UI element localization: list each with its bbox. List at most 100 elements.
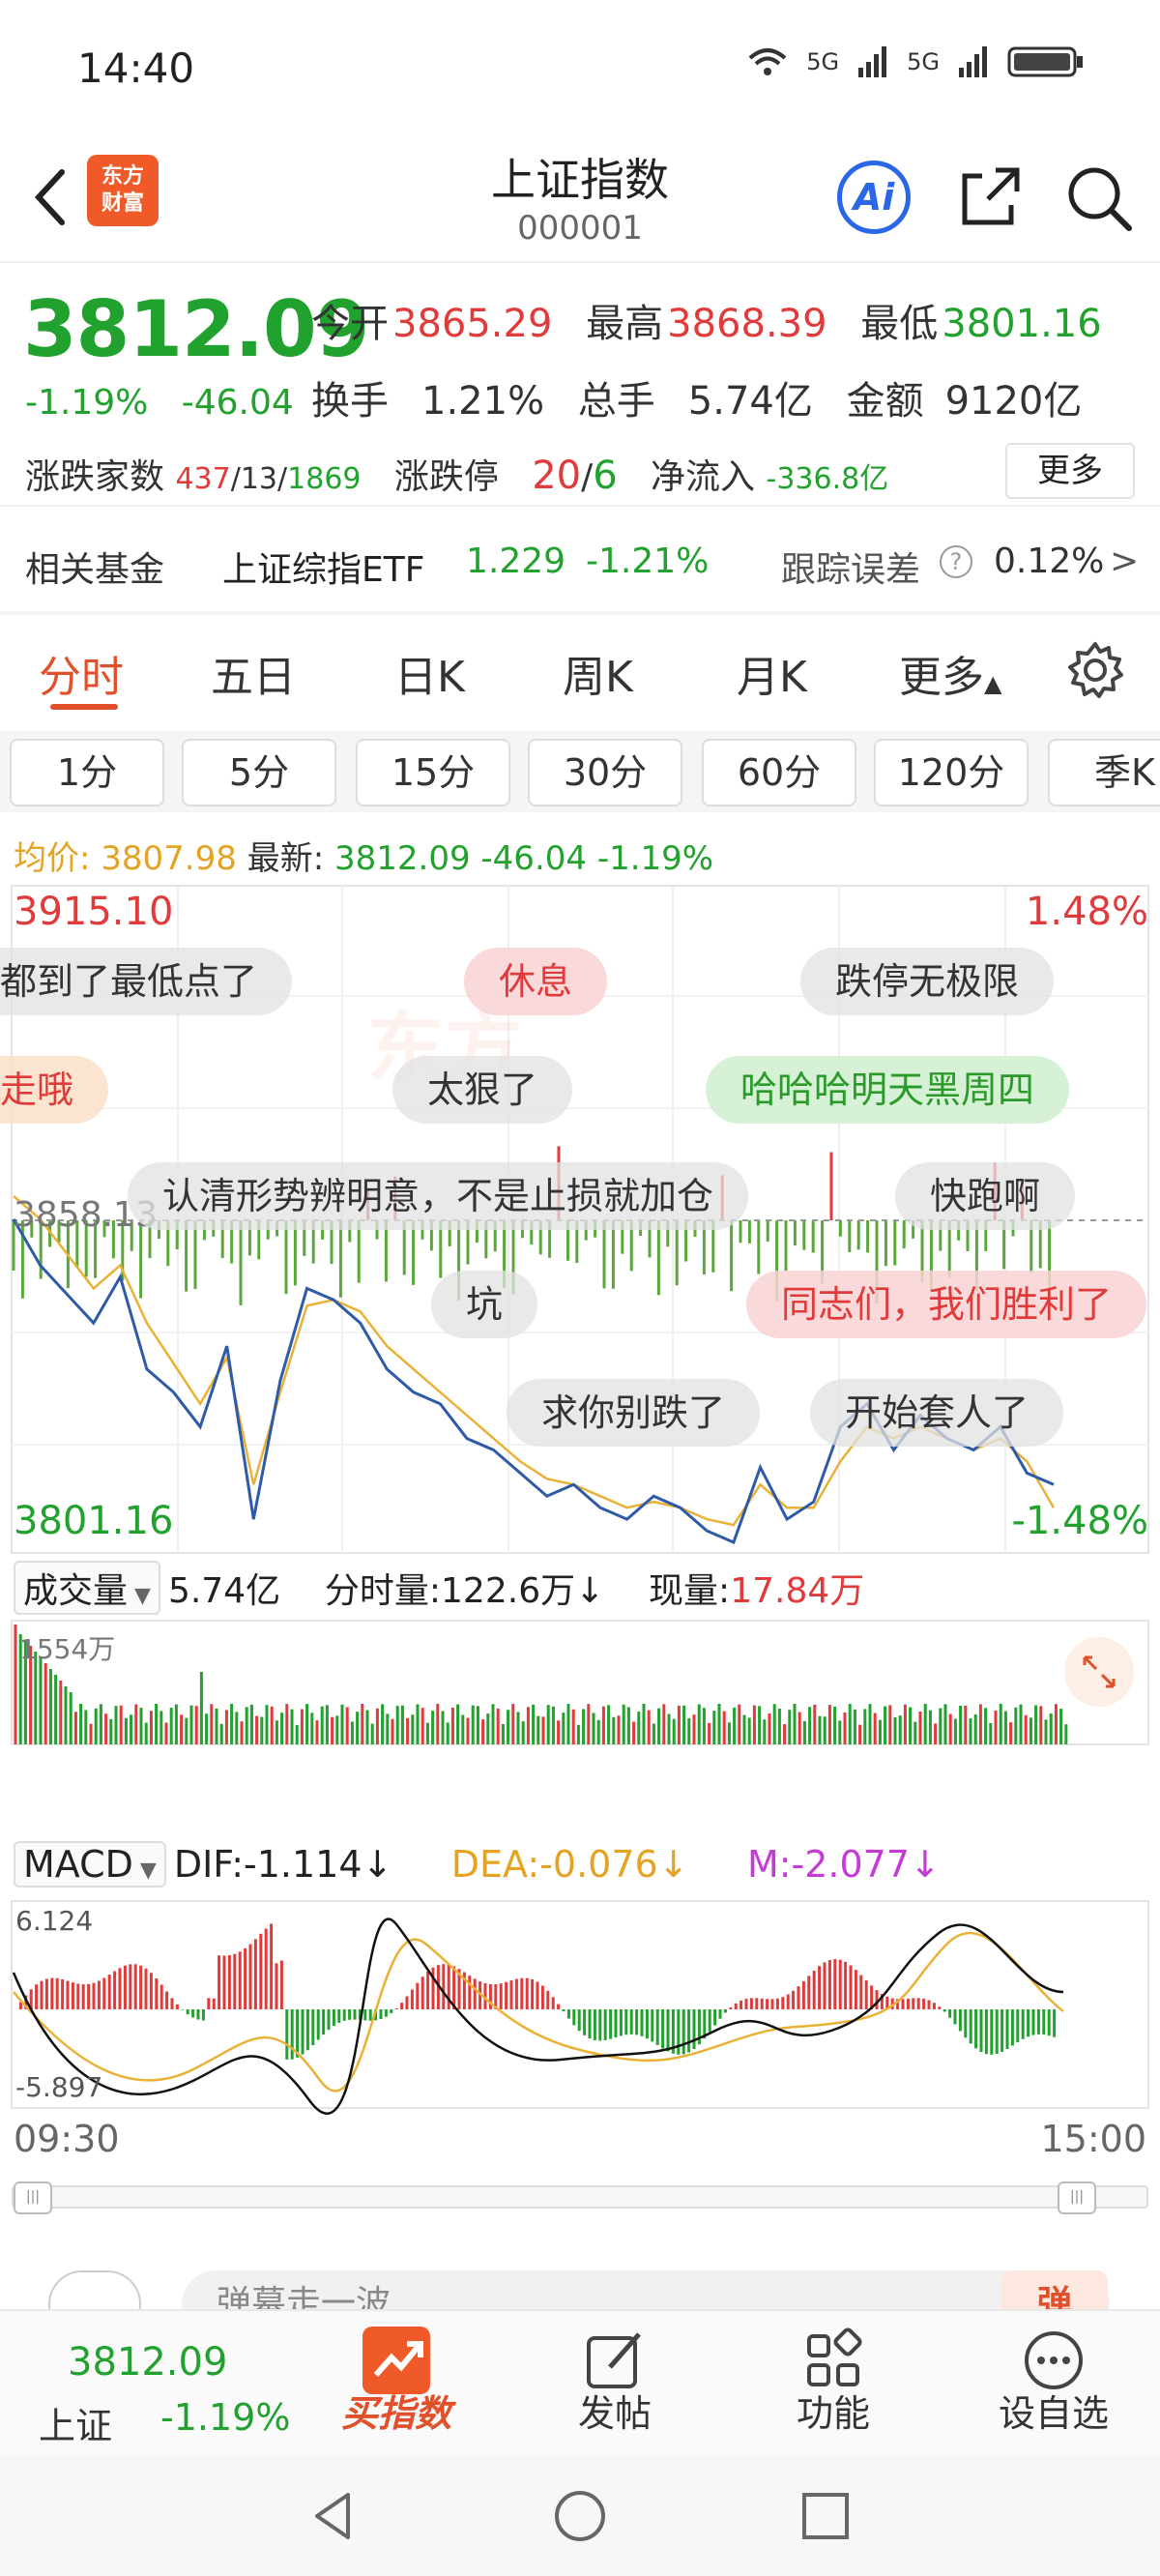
fund-name: 上证综指ETF bbox=[222, 550, 425, 590]
low-value: 3801.16 bbox=[942, 302, 1102, 346]
interval-60min[interactable]: 60分 bbox=[702, 739, 856, 806]
danmaku-bubble[interactable]: 走哦 bbox=[0, 1056, 109, 1124]
turnover-value: 1.21% bbox=[421, 379, 545, 424]
interval-15min[interactable]: 15分 bbox=[356, 739, 510, 806]
quote-divider bbox=[0, 505, 1160, 507]
time-end-label: 15:00 bbox=[1040, 2118, 1146, 2160]
quote-row-2: 换手 1.21% 总手 5.74亿 金额 9120亿 bbox=[311, 369, 1082, 425]
down-arrow-icon: ↓ bbox=[910, 1843, 941, 1886]
status-bar: 14:40 5G 5G bbox=[0, 0, 1160, 135]
nav-add-watchlist[interactable]: 设自选 bbox=[976, 2311, 1131, 2456]
limit-up: 20 bbox=[532, 454, 582, 498]
system-home-icon[interactable] bbox=[551, 2487, 609, 2545]
expand-icon[interactable] bbox=[1063, 1636, 1135, 1708]
tab-monthly-k[interactable]: 月K bbox=[737, 642, 807, 704]
danmaku-bubble[interactable]: 跌停无极限 bbox=[800, 948, 1055, 1015]
danmaku-bubble[interactable]: 认清形势辨明意，不是止损就加仓 bbox=[128, 1162, 749, 1230]
tab-intraday[interactable]: 分时 bbox=[39, 642, 124, 704]
chart-area[interactable]: 东方 3915.10 1.48% 3858.13 3801.16 -1.48% … bbox=[0, 880, 1160, 2214]
nav-post[interactable]: 发帖 bbox=[537, 2311, 692, 2456]
interval-120min[interactable]: 120分 bbox=[874, 739, 1029, 806]
time-scroller[interactable]: ||| ||| bbox=[12, 2181, 1148, 2214]
turnover-label: 换手 bbox=[311, 379, 389, 424]
nav-quote-summary[interactable]: 3812.09 上证 -1.19% bbox=[0, 2311, 300, 2456]
scroll-handle-left[interactable]: ||| bbox=[14, 2181, 52, 2214]
caret-down-icon: ▼ bbox=[132, 1859, 157, 1883]
fund-change: -1.21% bbox=[586, 542, 710, 581]
tab-daily-k[interactable]: 日K bbox=[394, 642, 465, 704]
volume-max-label: 1554万 bbox=[19, 1633, 116, 1665]
danmaku-bubble[interactable]: 哈哈哈明天黑周四 bbox=[706, 1056, 1070, 1124]
comment-bar: 弹幕走一波 弹 bbox=[0, 2241, 1160, 2338]
macd-min-label: -5.897 bbox=[15, 2071, 103, 2103]
chart-bottom-price: 3801.16 bbox=[14, 1499, 174, 1543]
danmaku-bubble[interactable]: 同志们，我们胜利了 bbox=[746, 1271, 1147, 1338]
current-volume-label: 现量: bbox=[649, 1571, 731, 1611]
system-back-icon[interactable] bbox=[305, 2487, 363, 2545]
signal-icon-2 bbox=[959, 46, 987, 77]
up-count: 437 bbox=[175, 462, 231, 496]
interval-5min[interactable]: 5分 bbox=[182, 739, 336, 806]
caret-down-icon: ▼ bbox=[128, 1584, 151, 1608]
chart-bottom-pct: -1.48% bbox=[1011, 1499, 1148, 1543]
market-breadth: 涨跌家数 437/13/1869 涨跌停 20/6 净流入 -336.8亿 bbox=[25, 454, 889, 498]
settings-gear-icon[interactable] bbox=[1063, 638, 1127, 702]
macd-histogram bbox=[18, 1923, 1057, 2060]
interval-quarterly-k[interactable]: 季K bbox=[1048, 739, 1160, 806]
macd-chart-frame bbox=[11, 1900, 1149, 2109]
nav-features[interactable]: 功能 bbox=[756, 2311, 911, 2456]
tab-active-indicator bbox=[50, 704, 118, 710]
ai-icon[interactable]: Ai bbox=[837, 161, 911, 234]
nav-pct: -1.19% bbox=[160, 2396, 291, 2439]
nav-post-label: 发帖 bbox=[577, 2392, 652, 2435]
share-icon[interactable] bbox=[953, 161, 1027, 234]
related-fund-row[interactable]: 相关基金 上证综指ETF 1.229 -1.21% 跟踪误差 ? 0.12% > bbox=[0, 522, 1160, 613]
help-icon[interactable]: ? bbox=[940, 545, 972, 578]
search-icon[interactable] bbox=[1061, 161, 1135, 234]
avg-value: 3807.98 bbox=[101, 839, 237, 878]
change-abs: -46.04 bbox=[181, 383, 294, 423]
danmaku-bubble[interactable]: 快跑啊 bbox=[895, 1162, 1076, 1230]
minute-volume: 122.6万 bbox=[441, 1571, 576, 1611]
danmaku-bubble[interactable]: 都到了最低点了 bbox=[0, 948, 293, 1015]
tab-more[interactable]: 更多▲ bbox=[899, 642, 1001, 704]
latest-label: 最新: bbox=[246, 839, 325, 878]
danmaku-bubble[interactable]: 坑 bbox=[431, 1271, 538, 1338]
price-change: -1.19% -46.04 bbox=[25, 383, 294, 423]
scroll-handle-right[interactable]: ||| bbox=[1058, 2181, 1096, 2214]
system-recents-icon[interactable] bbox=[797, 2487, 855, 2545]
volume-total: 5.74亿 bbox=[167, 1571, 281, 1611]
current-volume: 17.84万 bbox=[730, 1571, 865, 1611]
danmaku-bubble[interactable]: 开始套人了 bbox=[810, 1379, 1064, 1447]
amount-value: 9120亿 bbox=[944, 379, 1083, 424]
system-nav-bar bbox=[0, 2454, 1160, 2576]
chart-tabs: 分时 五日 日K 周K 月K 更多▲ bbox=[0, 615, 1160, 721]
danmaku-bubble[interactable]: 求你别跌了 bbox=[507, 1379, 761, 1447]
danmaku-bubble[interactable]: 休息 bbox=[464, 948, 608, 1015]
m-label: M: bbox=[746, 1843, 792, 1886]
interval-1min[interactable]: 1分 bbox=[10, 739, 164, 806]
interval-30min[interactable]: 30分 bbox=[528, 739, 682, 806]
quote-row-1: 今开 3865.29 最高 3868.39 最低 3801.16 bbox=[311, 292, 1102, 348]
caret-up-icon: ▲ bbox=[984, 670, 1002, 697]
interval-selector: 1分 5分 15分 30分 60分 120分 季K bbox=[0, 731, 1160, 812]
limit-label: 涨跌停 bbox=[393, 457, 499, 497]
tab-more-label: 更多 bbox=[899, 653, 984, 702]
more-button[interactable]: 更多 bbox=[1005, 443, 1135, 499]
volume-label: 总手 bbox=[577, 379, 655, 424]
tracking-value: 0.12% bbox=[994, 542, 1105, 581]
breadth-values: 437/13/1869 bbox=[175, 462, 362, 496]
volume-selector[interactable]: 成交量 ▼ bbox=[14, 1561, 160, 1615]
tab-five-day[interactable]: 五日 bbox=[211, 642, 296, 704]
nav-buy-label: 买指数 bbox=[340, 2392, 451, 2435]
danmaku-bubble[interactable]: 太狠了 bbox=[392, 1056, 573, 1124]
high-value: 3868.39 bbox=[667, 302, 827, 346]
bottom-nav: 3812.09 上证 -1.19% 买指数 发帖 功能 设自选 bbox=[0, 2309, 1160, 2454]
nav-price: 3812.09 bbox=[68, 2340, 228, 2385]
avg-price-series bbox=[13, 1194, 1056, 1527]
tab-weekly-k[interactable]: 周K bbox=[563, 642, 633, 704]
fund-price: 1.229 bbox=[466, 542, 566, 581]
nav-buy-index[interactable]: 买指数 bbox=[319, 2311, 474, 2456]
nav-watch-label: 设自选 bbox=[998, 2392, 1109, 2435]
macd-selector[interactable]: MACD ▼ bbox=[14, 1841, 166, 1888]
